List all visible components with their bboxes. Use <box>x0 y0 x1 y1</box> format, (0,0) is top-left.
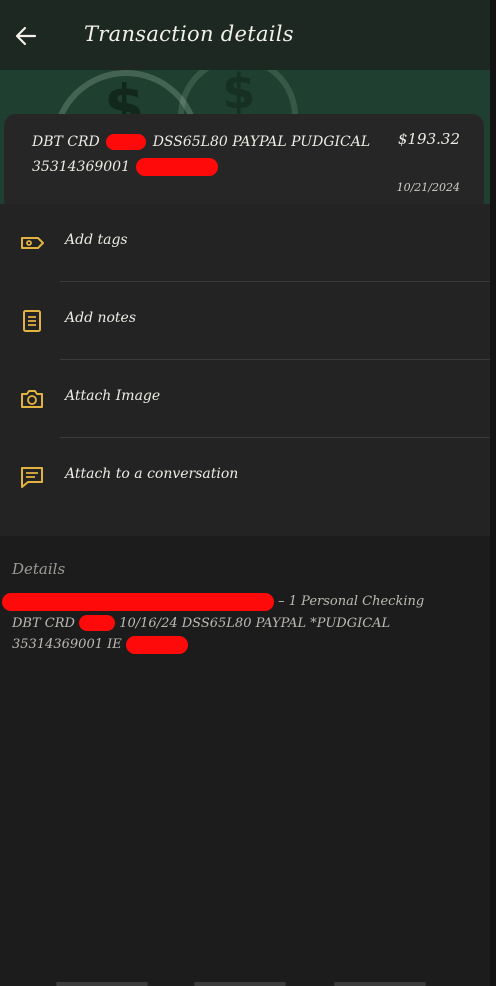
nav-hint <box>194 982 286 986</box>
attach-conversation-label: Attach to a conversation <box>65 466 239 482</box>
details-heading: Details <box>12 560 66 578</box>
screen-edge <box>490 0 496 986</box>
redaction-mark <box>125 635 188 654</box>
add-tags-label: Add tags <box>65 232 128 248</box>
actions-list: Add tags Add notes Attach Image Attach t… <box>0 204 490 536</box>
attach-conversation-row[interactable]: Attach to a conversation <box>0 438 490 516</box>
nav-hint <box>334 982 426 986</box>
redaction-mark <box>79 615 116 631</box>
transaction-date: 10/21/2024 <box>396 181 460 194</box>
message-icon <box>21 467 43 488</box>
add-notes-row[interactable]: Add notes <box>0 282 490 360</box>
page-title: Transaction details <box>84 22 294 46</box>
add-tags-row[interactable]: Add tags <box>0 204 490 282</box>
add-notes-label: Add notes <box>65 310 137 326</box>
redaction-mark <box>136 158 219 176</box>
notes-icon <box>23 310 41 332</box>
nav-hint <box>56 982 148 986</box>
transaction-amount: $193.32 <box>397 130 460 148</box>
details-section: Details – 1 Personal Checking DBT CRD 10… <box>0 536 490 986</box>
back-button[interactable] <box>10 20 42 52</box>
arrow-left-icon <box>15 26 37 46</box>
tag-icon <box>21 237 44 249</box>
camera-icon <box>21 390 43 408</box>
redaction-mark <box>106 134 147 150</box>
redaction-mark <box>2 592 274 611</box>
transaction-description: DBT CRD DSS65L80 PAYPAL PUDGICAL 3531436… <box>32 134 371 176</box>
attach-image-row[interactable]: Attach Image <box>0 360 490 438</box>
transaction-card: DBT CRD DSS65L80 PAYPAL PUDGICAL 3531436… <box>4 114 484 212</box>
details-text: – 1 Personal Checking DBT CRD 10/16/24 D… <box>2 591 462 656</box>
attach-image-label: Attach Image <box>65 388 161 404</box>
app-bar: Transaction details <box>0 0 490 70</box>
